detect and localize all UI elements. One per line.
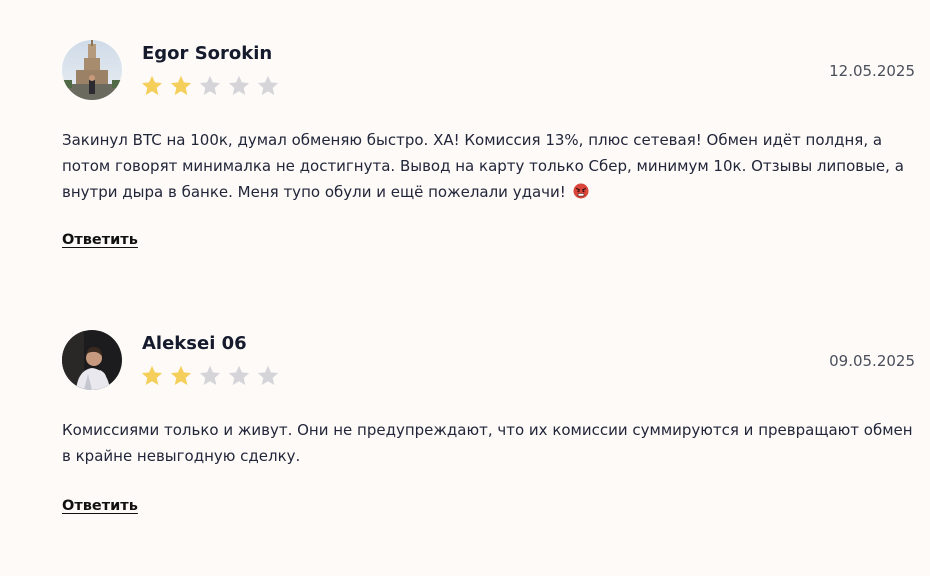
rating-stars (140, 364, 280, 388)
star-filled-icon (141, 365, 163, 385)
avatar[interactable] (62, 330, 122, 390)
author-name: Aleksei 06 (142, 333, 247, 354)
star-empty-icon (257, 365, 279, 385)
rating-stars (140, 74, 280, 98)
angry-face-emoji-icon (573, 183, 589, 199)
reply-button[interactable]: Ответить (62, 498, 138, 514)
star-empty-icon (228, 365, 250, 385)
reply-button[interactable]: Ответить (62, 232, 138, 248)
review-date: 09.05.2025 (829, 352, 915, 370)
review-text-body: Комиссиями только и живут. Они не предуп… (62, 421, 913, 465)
star-empty-icon (257, 75, 279, 95)
review-text-body: Закинул BTC на 100к, думал обменяю быстр… (62, 131, 904, 201)
person-photo-avatar (62, 330, 122, 390)
avatar[interactable] (62, 40, 122, 100)
author-name: Egor Sorokin (142, 43, 273, 64)
star-filled-icon (141, 75, 163, 95)
star-empty-icon (228, 75, 250, 95)
star-empty-icon (199, 365, 221, 385)
review-date: 12.05.2025 (829, 62, 915, 80)
reviews-list: Egor Sorokin 12.05.2025 Закинул BTC на 1… (0, 0, 930, 576)
building-photo-avatar (62, 40, 122, 100)
star-filled-icon (170, 365, 192, 385)
star-filled-icon (170, 75, 192, 95)
review-text: Закинул BTC на 100к, думал обменяю быстр… (62, 127, 922, 205)
star-empty-icon (199, 75, 221, 95)
review-text: Комиссиями только и живут. Они не предуп… (62, 417, 922, 469)
